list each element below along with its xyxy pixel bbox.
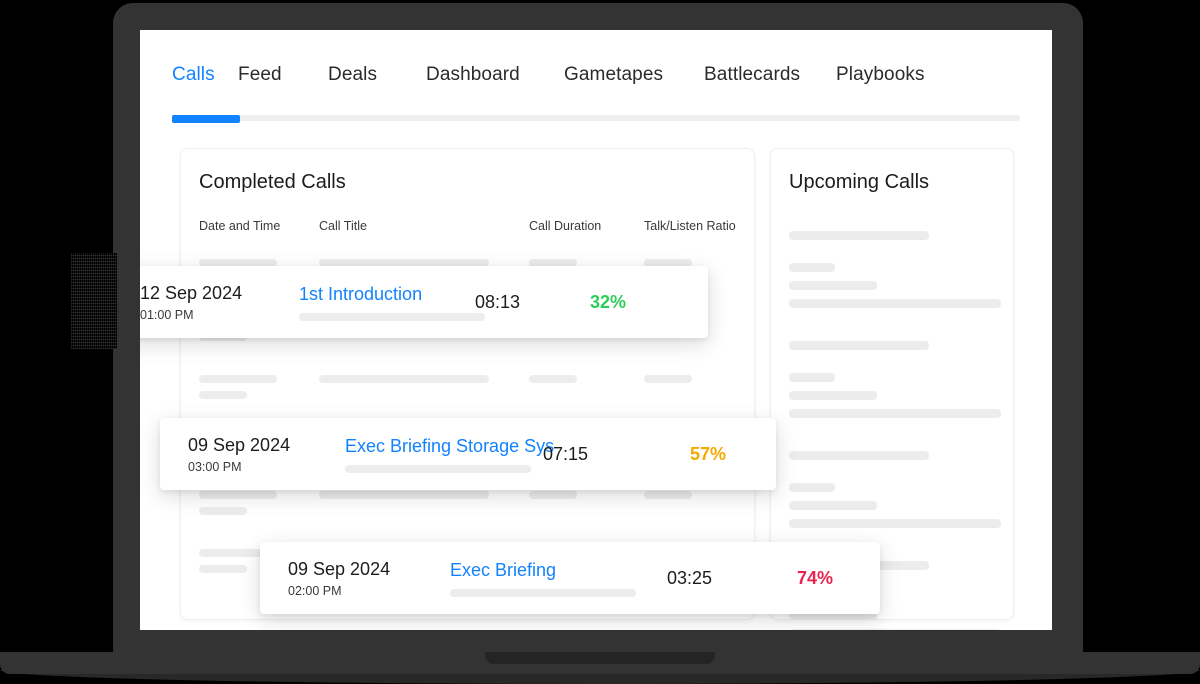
call-card-datetime: 09 Sep 2024 02:00 PM xyxy=(288,558,390,598)
skeleton-bar xyxy=(529,375,577,383)
laptop-screen: Calls Feed Deals Dashboard Gametapes Battleca… xyxy=(140,30,1052,630)
call-card-talk-listen-ratio: 32% xyxy=(590,292,626,313)
skeleton-bar xyxy=(789,391,877,400)
column-header-call-title: Call Title xyxy=(319,219,367,233)
call-card-duration: 08:13 xyxy=(475,292,520,313)
nav-tab-gametapes[interactable]: Gametapes xyxy=(564,64,663,86)
column-header-call-duration: Call Duration xyxy=(529,219,601,233)
call-card[interactable]: 12 Sep 2024 01:00 PM 1st Introduction 08… xyxy=(140,266,708,338)
skeleton-bar xyxy=(199,507,247,515)
call-card-title-block: 1st Introduction xyxy=(299,283,485,322)
call-card-title-block: Exec Briefing xyxy=(450,559,636,598)
skeleton-bar xyxy=(789,373,835,382)
nav-progress-indicator xyxy=(172,115,240,123)
call-card-datetime: 12 Sep 2024 01:00 PM xyxy=(140,282,242,322)
call-card-subtitle-placeholder xyxy=(299,313,485,321)
skeleton-bar xyxy=(789,231,929,240)
column-header-date-and-time: Date and Time xyxy=(199,219,280,233)
skeleton-bar xyxy=(199,491,277,499)
nav-tab-dashboard[interactable]: Dashboard xyxy=(426,64,520,86)
call-card-date: 09 Sep 2024 xyxy=(188,434,290,457)
skeleton-bar xyxy=(789,451,929,460)
skeleton-bar xyxy=(789,519,1001,528)
nav-tab-battlecards[interactable]: Battlecards xyxy=(704,64,800,86)
skeleton-bar xyxy=(789,263,835,272)
call-card-subtitle-placeholder xyxy=(345,465,531,473)
completed-calls-title: Completed Calls xyxy=(199,171,346,194)
call-card-title-block: Exec Briefing Storage Sys xyxy=(345,435,554,474)
list-item[interactable] xyxy=(771,221,1013,331)
call-card-duration: 07:15 xyxy=(543,444,588,465)
completed-calls-column-headers: Date and Time Call Title Call Duration T… xyxy=(181,219,754,239)
call-card-title-link[interactable]: Exec Briefing Storage Sys xyxy=(345,435,554,458)
call-card[interactable]: 09 Sep 2024 02:00 PM Exec Briefing 03:25… xyxy=(260,542,880,614)
skeleton-bar xyxy=(789,341,929,350)
skeleton-bar xyxy=(789,299,1001,308)
skeleton-bar xyxy=(644,375,692,383)
skeleton-bar xyxy=(319,491,489,499)
upcoming-calls-title: Upcoming Calls xyxy=(789,171,929,194)
call-card-duration: 03:25 xyxy=(667,568,712,589)
skeleton-bar xyxy=(789,409,1001,418)
call-card-time: 02:00 PM xyxy=(288,584,390,598)
call-card-time: 03:00 PM xyxy=(188,460,290,474)
skeleton-bar xyxy=(319,375,489,383)
call-card-date: 09 Sep 2024 xyxy=(288,558,390,581)
skeleton-bar xyxy=(199,391,247,399)
skeleton-bar xyxy=(789,483,835,492)
list-item[interactable] xyxy=(771,441,1013,551)
column-header-talk-listen-ratio: Talk/Listen Ratio xyxy=(644,219,736,233)
list-item[interactable] xyxy=(771,331,1013,441)
skeleton-bar xyxy=(789,629,1001,630)
nav-tab-deals[interactable]: Deals xyxy=(328,64,377,86)
skeleton-bar xyxy=(644,491,692,499)
skeleton-bar xyxy=(529,491,577,499)
call-card-talk-listen-ratio: 57% xyxy=(690,444,726,465)
nav-tab-feed[interactable]: Feed xyxy=(238,64,282,86)
render-artifact-block xyxy=(71,253,117,349)
laptop-mockup-scene: Calls Feed Deals Dashboard Gametapes Battleca… xyxy=(0,0,1200,684)
call-card-title-link[interactable]: Exec Briefing xyxy=(450,559,636,582)
skeleton-bar xyxy=(789,281,877,290)
call-card-talk-listen-ratio: 74% xyxy=(797,568,833,589)
call-card-datetime: 09 Sep 2024 03:00 PM xyxy=(188,434,290,474)
skeleton-bar xyxy=(199,565,247,573)
call-card-subtitle-placeholder xyxy=(450,589,636,597)
call-card-date: 12 Sep 2024 xyxy=(140,282,242,305)
nav-progress-track[interactable] xyxy=(172,115,1020,121)
laptop-base-notch xyxy=(485,652,715,664)
skeleton-bar xyxy=(199,375,277,383)
skeleton-bar xyxy=(789,501,877,510)
nav-tab-playbooks[interactable]: Playbooks xyxy=(836,64,925,86)
nav-tab-calls[interactable]: Calls xyxy=(172,64,215,86)
table-row[interactable] xyxy=(181,485,754,543)
call-card-title-link[interactable]: 1st Introduction xyxy=(299,283,485,306)
call-card[interactable]: 09 Sep 2024 03:00 PM Exec Briefing Stora… xyxy=(160,418,776,490)
call-card-time: 01:00 PM xyxy=(140,308,242,322)
